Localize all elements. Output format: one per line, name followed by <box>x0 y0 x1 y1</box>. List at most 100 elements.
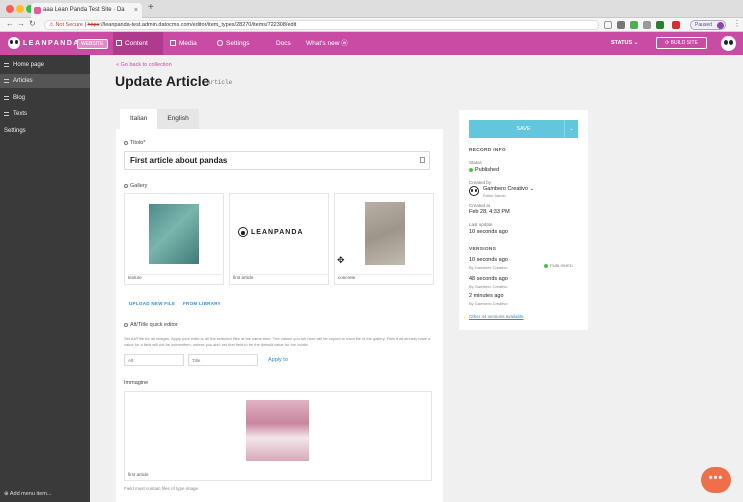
other-versions-link[interactable]: Other 44 versions available <box>469 314 524 319</box>
app-logo[interactable]: LEANPANDA <box>8 37 80 49</box>
image-caption: first article <box>128 472 149 477</box>
published-badge: PUBLISHED <box>544 263 573 268</box>
close-window-button[interactable] <box>6 5 14 13</box>
browser-tab-title: aaa Lean Panda Test Site · Da <box>43 7 125 13</box>
sidebar-item-label: Texts <box>13 111 28 117</box>
tab-italian[interactable]: Italian <box>120 109 158 129</box>
app-navbar: LEANPANDA WEBSITE Content Media Settings… <box>0 32 743 55</box>
created-by-label: Created by <box>469 180 492 185</box>
status-value: Published <box>469 167 499 173</box>
sidebar-item-label: Articles <box>13 78 33 84</box>
gallery-thumbnail <box>125 194 223 273</box>
gallery-item[interactable]: LEANPANDA first article <box>229 193 329 285</box>
upload-new-file-button[interactable]: UPLOAD NEW FILE <box>129 301 175 306</box>
record-form: Titolo* First article about pandas Galle… <box>116 129 443 502</box>
sidebar-item-home-page[interactable]: Home page <box>0 58 90 72</box>
minimize-window-button[interactable] <box>16 5 24 13</box>
sidebar: Home page Articles Blog Texts Settings A… <box>0 55 90 502</box>
created-by-value[interactable]: Gambero Creativo ⌄ <box>483 186 534 192</box>
url-text: ://leanpanda-test.admin.datocms.com/edit… <box>99 22 297 28</box>
version-author: By Gambero Creativo <box>469 301 508 306</box>
title-quick-input[interactable] <box>188 354 258 366</box>
title-input[interactable]: First article about pandas <box>124 151 430 170</box>
add-menu-item-button[interactable]: Add menu item... <box>4 491 52 497</box>
url-scheme: https <box>87 22 100 28</box>
texture-image <box>149 204 199 264</box>
globe-icon <box>124 183 128 188</box>
extension-icon[interactable] <box>672 21 680 29</box>
record-info-heading: RECORD INFO <box>469 148 506 153</box>
save-button[interactable]: SAVE ⌄ <box>469 120 578 138</box>
panda-logo-icon <box>238 227 248 237</box>
leanpanda-logo-image: LEANPANDA <box>238 227 303 237</box>
tab-english[interactable]: English <box>157 109 199 129</box>
gallery-thumbnail: LEANPANDA <box>230 194 328 273</box>
sidebar-item-articles[interactable]: Articles <box>0 74 90 88</box>
extension-icon[interactable] <box>656 21 664 29</box>
move-cursor-icon: ✥ <box>337 255 345 265</box>
character-count-icon <box>420 157 425 163</box>
chat-support-button[interactable]: ••• <box>701 467 731 493</box>
status-value-text: Published <box>475 167 500 173</box>
browser-menu-icon[interactable]: ⋮ <box>733 19 741 28</box>
nav-tab-label: What's new ⓦ <box>306 40 348 47</box>
nav-tab-label: Content <box>125 40 148 47</box>
bookmark-star-icon[interactable] <box>604 21 612 29</box>
close-tab-icon[interactable]: × <box>134 3 138 18</box>
apply-to-button[interactable]: Apply to <box>268 357 288 363</box>
version-time[interactable]: 10 seconds ago <box>469 257 508 263</box>
logo-text: LEANPANDA <box>23 39 80 47</box>
sidebar-item-texts[interactable]: Texts <box>0 107 90 121</box>
browser-tab[interactable]: aaa Lean Panda Test Site · Da × <box>31 3 142 18</box>
nav-tab-content[interactable]: Content <box>113 32 163 55</box>
quick-editor-help: Set Alt/Title for all images. Apply your… <box>124 336 431 347</box>
nav-tab-docs[interactable]: Docs <box>264 32 298 55</box>
not-secure-warning[interactable]: ⚠ Not Secure <box>49 22 83 28</box>
new-tab-icon[interactable]: + <box>148 2 154 13</box>
media-icon <box>170 40 176 46</box>
from-library-button[interactable]: FROM LIBRARY <box>183 301 221 306</box>
image-field-hint: Field must contain files of type image <box>124 486 199 491</box>
model-api-key: article <box>207 79 233 86</box>
forward-arrow-icon[interactable]: → <box>17 19 25 28</box>
reload-icon[interactable]: ↻ <box>29 19 36 28</box>
nav-tab-media[interactable]: Media <box>167 32 213 55</box>
menu-lines-icon <box>4 96 9 100</box>
versions-heading: VERSIONS <box>469 247 497 252</box>
version-time[interactable]: 2 minutes ago <box>469 293 504 299</box>
gallery-field-label-text: Gallery <box>130 183 148 189</box>
gallery-caption: first article <box>233 274 327 282</box>
back-arrow-icon[interactable]: ← <box>6 19 14 28</box>
profile-paused-button[interactable]: Paused <box>690 20 726 30</box>
version-time[interactable]: 48 seconds ago <box>469 276 508 282</box>
image-field[interactable]: first article <box>124 391 432 481</box>
extension-icon[interactable] <box>617 21 625 29</box>
user-avatar[interactable] <box>721 36 736 51</box>
title-field-label: Titolo* <box>124 140 145 146</box>
page-title: Update Article <box>115 73 210 89</box>
content-icon <box>116 40 122 46</box>
environment-badge[interactable]: WEBSITE <box>77 39 108 49</box>
status-dropdown[interactable]: STATUS ⌄ <box>611 32 638 55</box>
image-field-label: Immagine <box>124 380 149 386</box>
build-site-button[interactable]: ⟳ BUILD SITE <box>656 37 707 49</box>
quick-editor-label: Alt/Title quick editor <box>124 322 178 328</box>
alt-input[interactable] <box>124 354 184 366</box>
sidebar-item-settings[interactable]: Settings <box>0 124 90 138</box>
extension-icon[interactable] <box>643 21 651 29</box>
back-to-collection-link[interactable]: « Go back to collection <box>116 62 172 68</box>
gallery-item[interactable]: concrete <box>334 193 434 285</box>
nav-tab-settings[interactable]: Settings <box>214 32 266 55</box>
save-options-chevron-icon[interactable]: ⌄ <box>564 120 578 138</box>
status-label: Status <box>469 160 482 165</box>
paused-label: Paused <box>695 22 712 28</box>
extension-icon[interactable] <box>630 21 638 29</box>
nav-tab-label: Docs <box>276 40 291 47</box>
site-favicon-icon <box>34 7 41 14</box>
snow-landscape-image <box>246 400 309 461</box>
nav-tab-whats-new[interactable]: What's new ⓦ <box>294 32 354 55</box>
sidebar-item-blog[interactable]: Blog <box>0 91 90 105</box>
gallery-item[interactable]: texture <box>124 193 224 285</box>
created-at-label: Created at <box>469 203 491 208</box>
address-bar[interactable]: ⚠ Not Secure | https://leanpanda-test.ad… <box>44 20 599 30</box>
